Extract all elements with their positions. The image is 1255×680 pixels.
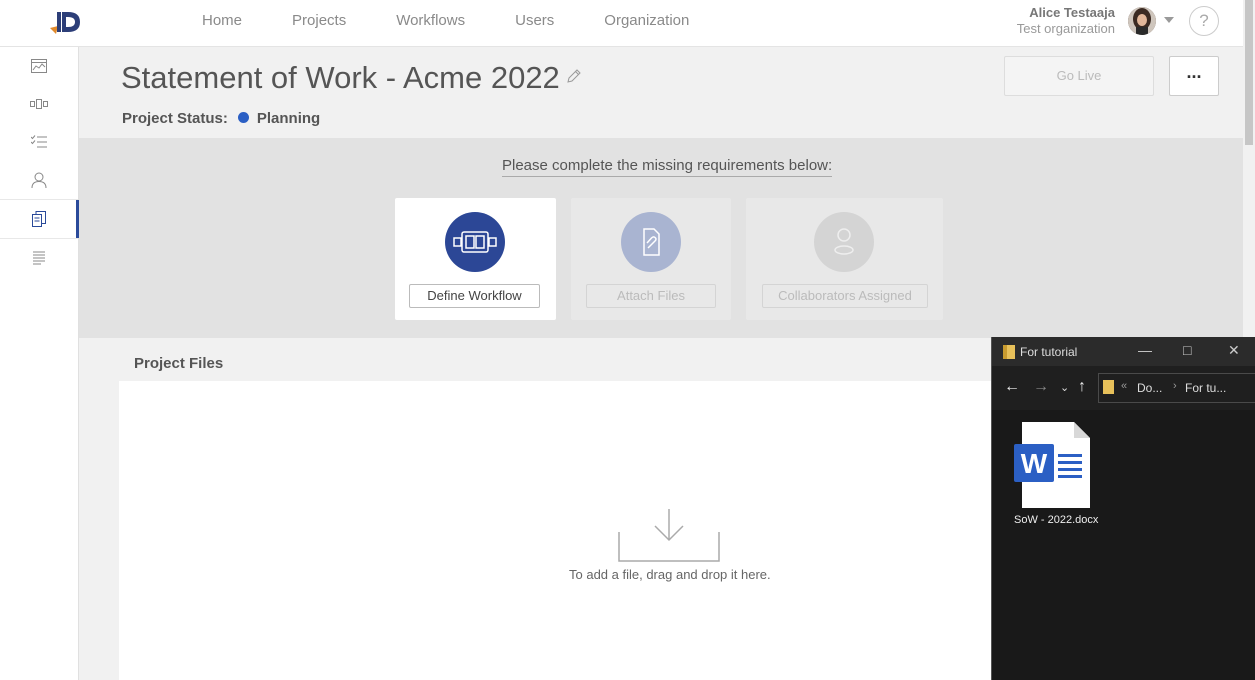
svg-text:W: W <box>1021 448 1048 479</box>
chevron-down-icon[interactable] <box>1164 17 1174 23</box>
maximize-icon[interactable]: □ <box>1183 342 1191 358</box>
top-bar: Home Projects Workflows Users Organizati… <box>0 0 1243 47</box>
overflow-chevron-icon[interactable]: « <box>1121 380 1127 392</box>
user-icon <box>31 172 47 188</box>
user-name: Alice Testaaja <box>1029 5 1115 20</box>
attach-files-button[interactable]: Attach Files <box>586 284 716 308</box>
requirement-card-files[interactable]: Attach Files <box>571 198 731 320</box>
status-value: Planning <box>256 110 321 127</box>
breadcrumb-documents[interactable]: Do... <box>1137 381 1162 395</box>
user-org: Test organization <box>1016 21 1115 36</box>
page-title: Statement of Work - Acme 2022 <box>121 60 560 95</box>
help-button[interactable]: ? <box>1189 6 1219 36</box>
word-document-icon[interactable]: W <box>1014 422 1090 513</box>
forward-arrow-icon[interactable]: → <box>1033 378 1049 396</box>
avatar[interactable] <box>1128 7 1156 35</box>
requirements-heading: Please complete the missing requirements… <box>502 157 833 177</box>
sidebar-item-workflows[interactable] <box>0 85 78 123</box>
chevron-down-icon[interactable]: ⌄ <box>1060 381 1069 394</box>
status-label: Project Status: <box>122 110 228 127</box>
documents-icon <box>32 211 46 227</box>
user-info[interactable]: Alice Testaaja Test organization <box>1017 5 1115 37</box>
nav-workflows[interactable]: Workflows <box>396 12 465 30</box>
sidebar-item-tasks[interactable] <box>0 123 78 161</box>
attach-file-icon <box>621 212 681 272</box>
file-drop-zone[interactable] <box>119 381 1019 680</box>
scrollbar-thumb[interactable] <box>1245 0 1253 145</box>
edit-icon[interactable] <box>566 68 582 89</box>
dashboard-icon <box>31 59 47 73</box>
nav-projects[interactable]: Projects <box>292 12 346 30</box>
list-icon <box>33 251 45 265</box>
requirement-card-collaborators[interactable]: Collaborators Assigned <box>746 198 943 320</box>
nav-organization[interactable]: Organization <box>604 12 689 30</box>
explorer-nav-bar: ← → ⌄ ↑ « Do... › For tu... <box>992 366 1255 410</box>
workflow-icon <box>30 99 48 109</box>
sidebar-item-reports[interactable] <box>0 239 78 277</box>
status-dot <box>237 112 249 123</box>
more-options-button[interactable]: ... <box>1169 56 1219 96</box>
project-files-heading: Project Files <box>134 355 224 372</box>
explorer-title-bar[interactable]: For tutorial — □ ✕ <box>992 337 1255 366</box>
collaborator-icon <box>814 212 874 284</box>
address-bar[interactable]: « Do... › For tu... <box>1098 373 1255 403</box>
define-workflow-button[interactable]: Define Workflow <box>409 284 540 308</box>
explorer-title: For tutorial <box>1020 345 1078 359</box>
app-logo[interactable] <box>48 8 84 36</box>
collaborators-assigned-button[interactable]: Collaborators Assigned <box>762 284 928 308</box>
sidebar-item-users[interactable] <box>0 161 78 199</box>
sidebar <box>0 47 79 680</box>
file-explorer-window: For tutorial — □ ✕ ← → ⌄ ↑ « Do... › For… <box>991 337 1255 680</box>
nav-home[interactable]: Home <box>202 12 242 30</box>
checklist-icon <box>31 135 47 148</box>
breadcrumb-separator-icon: › <box>1173 380 1177 392</box>
folder-icon <box>1103 380 1114 399</box>
download-tray-icon <box>618 508 722 569</box>
minimize-icon[interactable]: — <box>1138 342 1152 358</box>
sidebar-item-projects[interactable] <box>0 199 79 239</box>
nav-users[interactable]: Users <box>515 12 554 30</box>
file-label[interactable]: SoW - 2022.docx <box>1014 514 1098 526</box>
requirement-card-workflow[interactable]: Define Workflow <box>395 198 556 320</box>
breadcrumb-current-folder[interactable]: For tu... <box>1185 381 1226 395</box>
project-status: Project Status: Planning <box>122 110 320 127</box>
workflow-icon <box>445 212 505 272</box>
main-nav: Home Projects Workflows Users Organizati… <box>202 12 739 30</box>
close-icon[interactable]: ✕ <box>1228 342 1240 359</box>
up-arrow-icon[interactable]: ↑ <box>1078 378 1086 396</box>
sidebar-item-dashboard[interactable] <box>0 47 78 85</box>
back-arrow-icon[interactable]: ← <box>1004 378 1020 396</box>
drop-hint: To add a file, drag and drop it here. <box>569 567 771 582</box>
go-live-button[interactable]: Go Live <box>1004 56 1154 96</box>
folder-icon <box>1003 345 1015 364</box>
